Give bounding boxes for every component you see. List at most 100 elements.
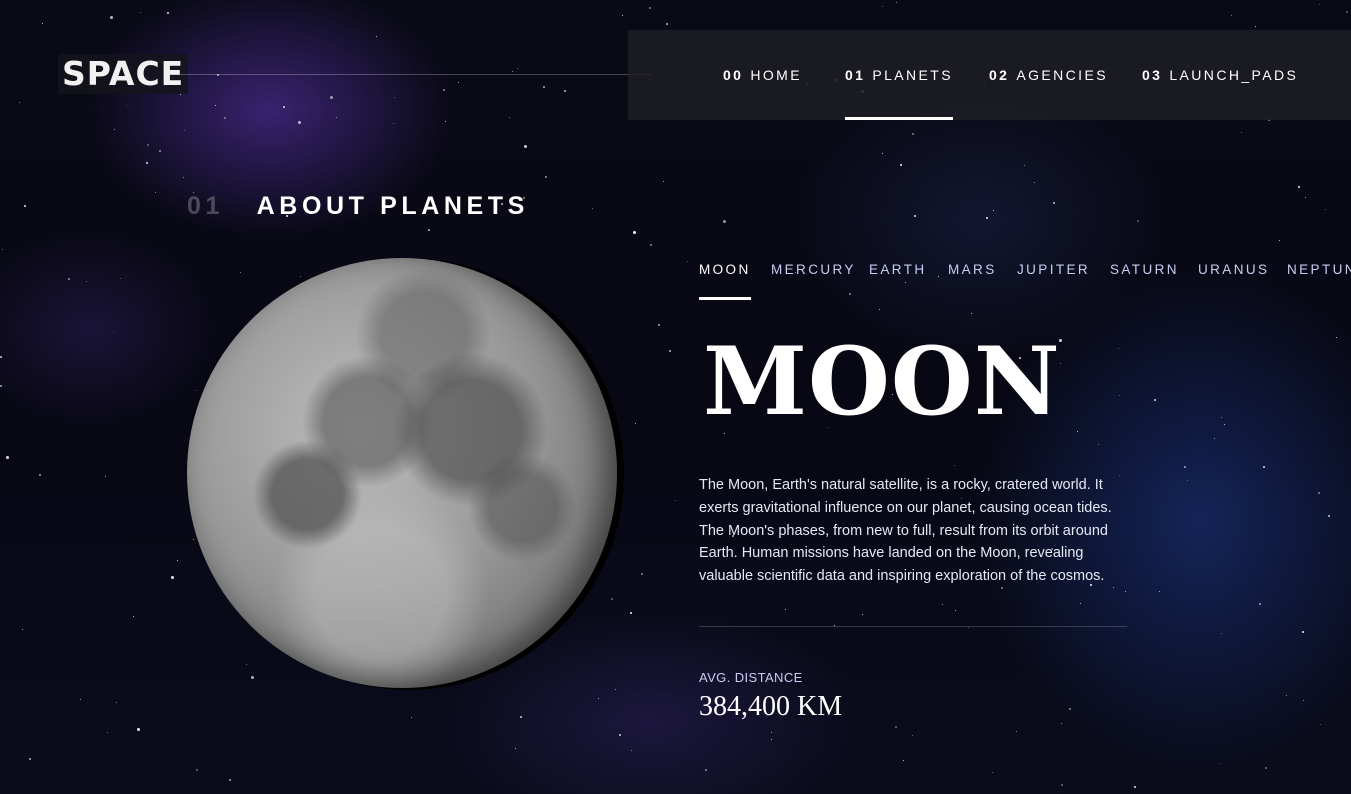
star xyxy=(29,758,31,760)
star xyxy=(912,735,913,736)
star xyxy=(509,117,510,118)
star xyxy=(1325,209,1326,210)
star xyxy=(1241,132,1242,133)
star xyxy=(1137,220,1139,222)
star xyxy=(133,616,134,617)
star xyxy=(116,702,117,703)
star xyxy=(968,627,969,628)
star xyxy=(126,105,127,106)
star xyxy=(2,249,3,250)
star xyxy=(167,12,169,14)
star xyxy=(705,769,707,771)
star xyxy=(723,220,726,223)
star xyxy=(1134,786,1136,788)
tab-saturn[interactable]: SATURN xyxy=(1110,262,1179,300)
star xyxy=(631,750,632,751)
star xyxy=(113,331,114,332)
stat-value: 384,400 KM xyxy=(699,691,843,722)
star xyxy=(155,192,156,193)
star xyxy=(663,181,664,182)
star xyxy=(1214,438,1215,439)
tab-mars[interactable]: MARS xyxy=(948,262,997,300)
star xyxy=(1259,603,1261,605)
star xyxy=(1303,700,1304,701)
tab-uranus[interactable]: URANUS xyxy=(1198,262,1269,300)
star xyxy=(986,217,988,219)
star xyxy=(630,612,632,614)
star xyxy=(619,734,621,736)
header-divider-line xyxy=(172,74,652,75)
star xyxy=(687,261,688,262)
star xyxy=(1080,603,1081,604)
nav-item-home[interactable]: 00 HOME xyxy=(723,30,802,120)
tab-mercury[interactable]: MERCURY xyxy=(771,262,856,300)
star xyxy=(1125,591,1126,592)
star xyxy=(110,16,113,19)
main-nav: 00 HOME 01 PLANETS 02 AGENCIES 03 LAUNCH… xyxy=(628,30,1351,120)
nav-item-number: 00 xyxy=(723,67,744,83)
tab-jupiter[interactable]: JUPITER xyxy=(1017,262,1090,300)
star xyxy=(183,177,184,178)
star xyxy=(900,164,902,166)
nav-item-planets[interactable]: 01 PLANETS xyxy=(845,30,953,120)
star xyxy=(180,94,181,95)
star xyxy=(22,629,23,630)
star xyxy=(1221,633,1222,634)
star xyxy=(458,82,459,83)
tab-earth[interactable]: EARTH xyxy=(869,262,927,300)
star xyxy=(240,272,241,273)
star xyxy=(1118,348,1119,349)
star xyxy=(393,123,394,124)
star xyxy=(520,716,522,718)
star xyxy=(669,350,671,352)
stats-divider xyxy=(699,626,1127,627)
section-heading: 01 ABOUT PLANETS xyxy=(187,192,529,221)
star xyxy=(1224,424,1225,425)
star xyxy=(229,779,231,781)
nav-item-launch-pads[interactable]: 03 LAUNCH_PADS xyxy=(1142,30,1298,120)
star xyxy=(0,356,2,358)
star xyxy=(1221,417,1222,418)
star xyxy=(650,244,652,246)
star xyxy=(524,145,527,148)
star xyxy=(107,732,108,733)
star xyxy=(1265,767,1267,769)
tab-moon[interactable]: MOON xyxy=(699,262,751,300)
star xyxy=(1318,492,1320,494)
tab-neptune[interactable]: NEPTUNE xyxy=(1287,262,1351,300)
star xyxy=(283,106,285,108)
star xyxy=(543,86,545,88)
star xyxy=(1328,515,1330,517)
star xyxy=(615,689,616,690)
star xyxy=(140,12,141,13)
star xyxy=(598,698,599,699)
star xyxy=(411,717,412,718)
planet-image-moon xyxy=(187,258,617,688)
star xyxy=(1302,631,1304,633)
star xyxy=(879,309,880,310)
nav-item-label: PLANETS xyxy=(872,67,953,83)
star xyxy=(147,144,149,146)
star xyxy=(19,102,20,103)
star xyxy=(666,23,668,25)
star xyxy=(993,210,994,211)
nav-item-agencies[interactable]: 02 AGENCIES xyxy=(989,30,1108,120)
star xyxy=(635,423,636,424)
star xyxy=(641,573,643,575)
star xyxy=(428,229,430,231)
star xyxy=(196,390,197,391)
nav-item-number: 02 xyxy=(989,67,1010,83)
logo[interactable]: SPACE xyxy=(58,54,189,94)
star xyxy=(1154,399,1156,401)
star xyxy=(1184,466,1186,468)
star xyxy=(545,176,547,178)
star xyxy=(622,15,623,16)
star xyxy=(517,68,518,69)
star xyxy=(330,96,333,99)
star xyxy=(336,117,337,118)
star xyxy=(903,760,904,761)
star xyxy=(137,728,140,731)
star xyxy=(1061,723,1062,724)
star xyxy=(86,281,87,282)
star xyxy=(658,324,660,326)
